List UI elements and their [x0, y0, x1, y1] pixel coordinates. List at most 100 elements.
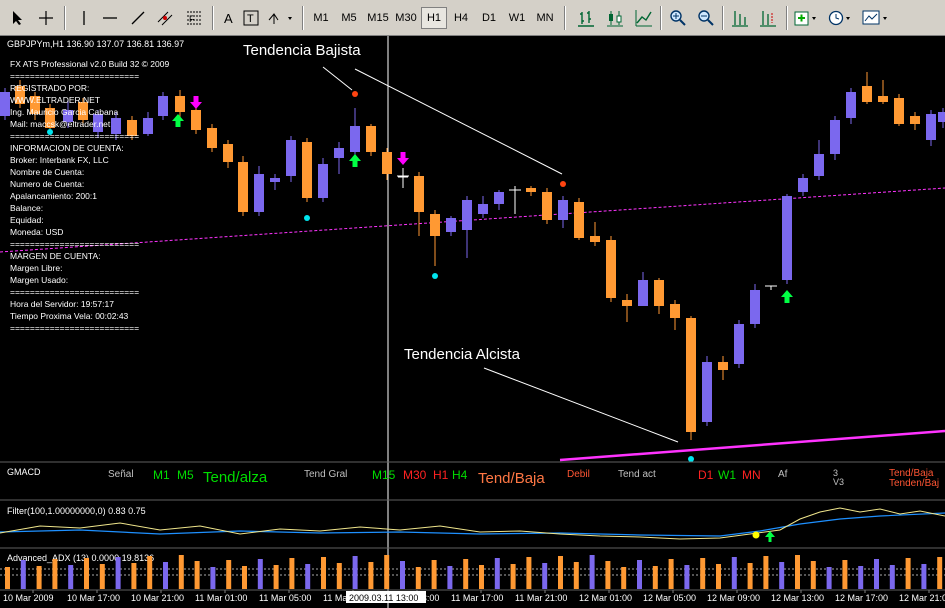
gmacd-mn: MN	[742, 468, 761, 482]
adx-bar	[273, 565, 279, 589]
info-line: Margen Usado:	[10, 275, 68, 285]
time-axis-label: 12 Mar 13:00	[771, 593, 824, 603]
templates-icon	[862, 10, 887, 25]
adx-bar	[905, 558, 911, 589]
adx-bar	[826, 567, 832, 589]
text-button[interactable]: A	[218, 7, 240, 29]
timeframe-mn[interactable]: MN	[532, 7, 558, 29]
timeframe-m1[interactable]: M1	[308, 7, 334, 29]
adx-bar	[810, 561, 816, 589]
timeframe-m5[interactable]: M5	[336, 7, 362, 29]
candle	[286, 136, 296, 182]
adx-bar	[921, 564, 927, 589]
filter-title: Filter(100,1.00000000,0) 0.83 0.75	[7, 506, 146, 516]
chart-shift-button[interactable]	[756, 7, 780, 29]
adx-bar	[463, 559, 469, 589]
chart-background	[0, 36, 945, 608]
candle	[542, 188, 552, 224]
adx-bar	[20, 560, 26, 589]
autoscroll-button[interactable]	[728, 7, 752, 29]
candle	[894, 94, 904, 126]
timeframe-h4[interactable]: H4	[448, 7, 474, 29]
info-line: Hora del Servidor: 19:57:17	[10, 299, 114, 309]
toolbar-separator	[212, 6, 214, 30]
indicators-icon	[794, 11, 816, 26]
candle	[734, 320, 744, 368]
adx-bar	[321, 557, 326, 589]
info-line: Equidad:	[10, 215, 44, 225]
timeframe-d1[interactable]: D1	[476, 7, 502, 29]
time-axis-label: 12 Mar 21:00	[899, 593, 945, 603]
candle	[702, 356, 712, 426]
adx-bar	[336, 563, 342, 589]
gmacd-h1: H1	[433, 468, 449, 482]
timeframe-w1[interactable]: W1	[504, 7, 530, 29]
adx-bar	[842, 560, 848, 589]
time-axis-label: 10 Mar 21:00	[131, 593, 184, 603]
timeframe-m15[interactable]: M15	[364, 7, 392, 29]
info-line: FX ATS Professional v2.0 Build 32 © 2009	[10, 59, 169, 69]
adx-bar	[763, 556, 769, 589]
gmacd-tend-alza: Tend/alza	[203, 469, 268, 486]
info-line: Tiempo Proxima Vela: 00:02:43	[10, 311, 129, 321]
time-axis-label: 11 Mar 01:00	[195, 593, 247, 603]
toolbar-separator	[722, 6, 724, 30]
timeframe-m30[interactable]: M30	[392, 7, 420, 29]
info-line: ==========================	[10, 287, 139, 297]
crosshair-time-label: 2009.03.11 13:00	[349, 593, 418, 603]
crosshair-tool-button[interactable]	[34, 7, 58, 29]
chart-window[interactable]: GBPJPYm,H1 136.90 137.07 136.81 136.97 F…	[0, 36, 945, 608]
cursor-icon	[13, 11, 22, 25]
cursor-tool-button[interactable]	[6, 7, 30, 29]
info-line: INFORMACION DE CUENTA:	[10, 143, 124, 153]
channel-icon	[157, 11, 173, 26]
adx-bar	[510, 564, 516, 589]
templates-button[interactable]	[860, 7, 892, 29]
timeframe-h1[interactable]: H1	[421, 7, 447, 29]
adx-bar	[889, 565, 895, 589]
svg-text:A: A	[224, 11, 233, 26]
chart-shift-icon	[760, 11, 776, 27]
adx-bar	[479, 565, 484, 589]
bar-chart-button[interactable]	[574, 7, 598, 29]
gmacd-debil: Debil	[567, 469, 590, 480]
vertical-line-button[interactable]	[72, 7, 96, 29]
trendline-button[interactable]	[126, 7, 150, 29]
adx-bar	[400, 561, 405, 589]
gmacd-tend-act: Tend act	[618, 469, 656, 480]
text-label-button[interactable]: T	[240, 7, 262, 29]
adx-bar	[226, 560, 232, 589]
candlestick-button[interactable]	[602, 7, 628, 29]
arrows-button[interactable]	[264, 7, 296, 29]
filter-signal-dot	[752, 531, 760, 539]
adx-bar	[305, 564, 311, 589]
zoom-in-icon	[670, 10, 686, 26]
candle	[238, 156, 248, 216]
indicators-button[interactable]	[792, 7, 822, 29]
gmacd-senal: Señal	[108, 469, 134, 480]
adx-bar	[558, 556, 563, 589]
signal-dot	[560, 181, 566, 187]
chart-header: GBPJPYm,H1 136.90 137.07 136.81 136.97	[7, 39, 184, 49]
bullish-trend-label: Tendencia Alcista	[404, 346, 521, 363]
periods-button[interactable]	[826, 7, 856, 29]
fibonacci-button[interactable]: F	[182, 7, 206, 29]
channel-button[interactable]	[152, 7, 178, 29]
adx-bar	[858, 566, 864, 589]
info-line: Balance:	[10, 203, 43, 213]
signal-dot	[688, 456, 694, 462]
zoom-in-button[interactable]	[666, 7, 690, 29]
zoom-out-button[interactable]	[694, 7, 718, 29]
line-chart-button[interactable]	[632, 7, 656, 29]
candle	[750, 284, 760, 328]
time-axis-label: 12 Mar 09:00	[707, 593, 760, 603]
info-line: ==========================	[10, 323, 139, 333]
info-line: Mail: maccsk@eltrader.net	[10, 119, 111, 129]
horizontal-line-button[interactable]	[98, 7, 122, 29]
adx-bar	[415, 567, 421, 589]
adx-bar	[131, 563, 137, 589]
candle	[302, 138, 312, 202]
zoom-out-icon	[698, 10, 714, 26]
candle	[318, 158, 328, 202]
adx-bar	[589, 555, 595, 589]
